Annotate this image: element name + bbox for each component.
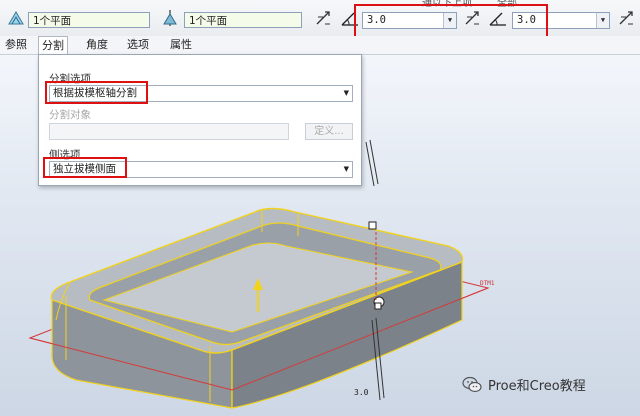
draft-surfaces-field[interactable]: 1个平面 [28, 12, 150, 28]
drag-handle[interactable] [368, 221, 377, 230]
tab-properties[interactable]: 属性 [167, 36, 195, 54]
watermark: Proe和Creo教程 [462, 375, 586, 394]
tab-split[interactable]: 分割 [38, 36, 68, 55]
angle-fields-highlight [354, 4, 548, 40]
chevron-down-icon[interactable]: ▼ [596, 13, 609, 28]
split-object-label: 分割对象 [49, 109, 91, 121]
draft-dashboard-toolbar: 1个平面 1个平面 通以下上项 全部 3.0 ▼ 3.0 ▼ [0, 0, 640, 40]
side-option-highlight [43, 157, 127, 178]
tab-angles[interactable]: 角度 [83, 36, 111, 54]
split-object-field [49, 123, 289, 140]
draft-angle-dimension[interactable]: 3.0 [354, 388, 368, 397]
define-button[interactable]: 定义... [305, 123, 353, 140]
tab-options[interactable]: 选项 [124, 36, 152, 54]
draft-surface-icon[interactable] [6, 8, 26, 28]
chevron-down-icon[interactable]: ▼ [344, 162, 349, 177]
flip-pull-direction-icon[interactable] [314, 9, 334, 29]
split-option-highlight [45, 81, 148, 104]
flip-angle-2-icon[interactable] [617, 9, 637, 29]
dashboard-tabs: 参照 分割 角度 选项 属性 [0, 36, 640, 55]
chevron-down-icon[interactable]: ▼ [344, 86, 349, 101]
draft-hinge-field[interactable]: 1个平面 [184, 12, 302, 28]
draft-hinge-icon[interactable] [160, 8, 180, 28]
watermark-text: Proe和Creo教程 [488, 379, 586, 394]
tab-references[interactable]: 参照 [2, 36, 30, 54]
datum-label: DTM1 [480, 280, 495, 287]
wechat-icon [462, 376, 482, 392]
